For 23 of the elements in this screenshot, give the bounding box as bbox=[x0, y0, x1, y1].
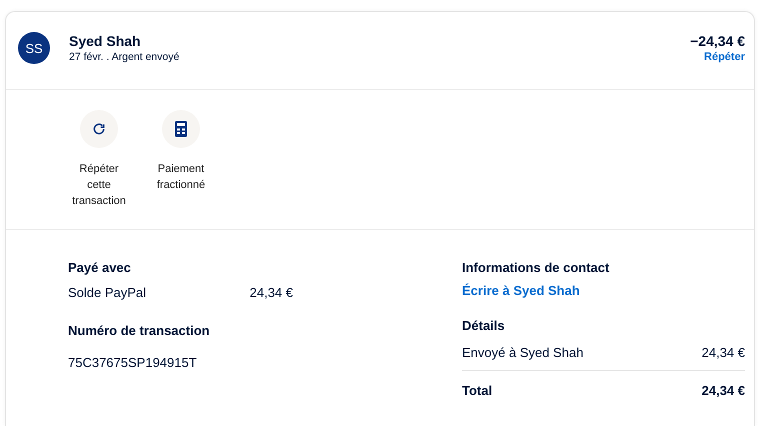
transaction-amount: −24,34 € bbox=[690, 33, 745, 49]
detail-label: Envoyé à Syed Shah bbox=[462, 345, 584, 360]
section-title: Payé avec bbox=[68, 260, 132, 275]
section-title: Numéro de transaction bbox=[68, 323, 211, 338]
section-title: Détails bbox=[462, 318, 506, 333]
action-button[interactable] bbox=[162, 110, 200, 148]
section-title: Informations de contact bbox=[462, 260, 610, 275]
action-button[interactable] bbox=[80, 110, 118, 148]
payment-method: Solde PayPal bbox=[68, 285, 146, 300]
action-label: Paiement fractionné bbox=[156, 162, 206, 193]
contact-name: Syed Shah bbox=[69, 33, 142, 49]
calculator-icon bbox=[175, 121, 187, 137]
avatar: SS bbox=[18, 32, 50, 64]
transaction-subtitle: 27 févr. . Argent envoyé bbox=[69, 51, 180, 63]
contact-link[interactable]: Écrire à Syed Shah bbox=[462, 283, 745, 298]
detail-label: Total bbox=[462, 383, 492, 398]
payment-amount: 24,34 € bbox=[250, 285, 293, 300]
repeat-link[interactable]: Répéter bbox=[704, 51, 745, 63]
detail-value: 24,34 € bbox=[702, 383, 745, 398]
action-label: Répéter cette transaction bbox=[71, 162, 127, 209]
refresh-icon bbox=[92, 122, 106, 136]
transaction-id: 75C37675SP194915T bbox=[68, 355, 198, 370]
detail-value: 24,34 € bbox=[702, 345, 745, 360]
